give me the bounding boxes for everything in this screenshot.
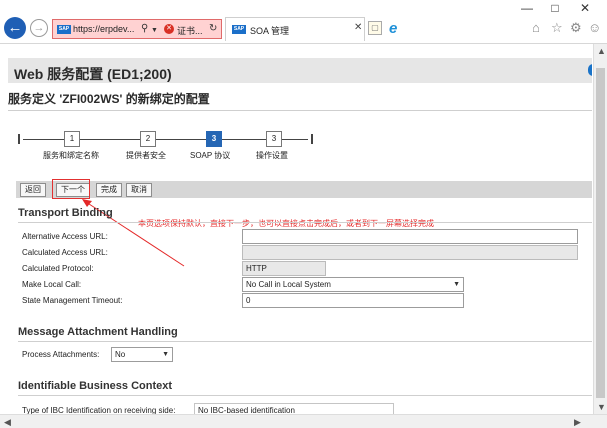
vertical-scrollbar[interactable]: ▲ ▼ xyxy=(593,44,607,414)
page-subtitle: 服务定义 'ZFI002WS' 的新绑定的配置 xyxy=(8,92,210,106)
close-icon[interactable]: ✕ xyxy=(578,1,592,15)
button-toolbar: 返回 下一个 完成 取消 xyxy=(16,181,592,198)
ibc-type-label: Type of IBC Identification on receiving … xyxy=(22,406,176,414)
process-attachments-select[interactable]: No ▼ xyxy=(111,347,173,362)
divider xyxy=(8,110,592,111)
roadmap-step-3-label[interactable]: SOAP 协议 xyxy=(190,150,230,161)
web-content: Web 服务配置 (ED1;200) 服务定义 'ZFI002WS' 的新绑定的… xyxy=(8,44,592,414)
home-icon[interactable]: ⌂ xyxy=(532,20,540,35)
certificate-label[interactable]: 证书... xyxy=(177,24,203,37)
favorites-star-icon[interactable]: ☆ xyxy=(551,20,563,36)
tab-soa-management[interactable]: SAP SOA 管理 ✕ xyxy=(225,17,365,41)
calculated-protocol-label: Calculated Protocol: xyxy=(22,264,94,273)
scroll-right-icon[interactable]: ▶ xyxy=(574,417,581,428)
new-tab-icon[interactable]: ▢ xyxy=(368,21,382,35)
roadmap-step-3-current[interactable]: 3 xyxy=(206,131,222,147)
minimize-icon[interactable]: — xyxy=(520,1,534,15)
sap-favicon-icon: SAP xyxy=(232,25,246,34)
process-attachments-value: No xyxy=(115,350,126,359)
url-field[interactable]: SAP https://erpdev... ⚲ ▼ ✕ 证书... ↻ xyxy=(52,19,222,39)
page-title: Web 服务配置 (ED1;200) xyxy=(14,66,172,82)
roadmap-step-2[interactable]: 2 xyxy=(140,131,156,147)
roadmap-step-2-label[interactable]: 提供者安全 xyxy=(126,150,166,161)
roadmap-step-4[interactable]: 3 xyxy=(266,131,282,147)
calculated-access-url-label: Calculated Access URL: xyxy=(22,248,108,257)
roadmap-step-4-label[interactable]: 操作设置 xyxy=(256,150,288,161)
horizontal-scrollbar[interactable]: ◀ ▶ xyxy=(0,414,607,428)
help-icon[interactable] xyxy=(588,64,592,76)
message-attachment-title: Message Attachment Handling xyxy=(18,326,178,338)
chevron-down-icon[interactable]: ▼ xyxy=(162,348,169,361)
alternative-access-url-label: Alternative Access URL: xyxy=(22,232,108,241)
title-band: Web 服务配置 (ED1;200) xyxy=(8,58,592,83)
url-text: https://erpdev... xyxy=(73,24,135,34)
tab-title: SOA 管理 xyxy=(250,26,290,36)
alternative-access-url-field[interactable] xyxy=(242,229,578,244)
make-local-call-value: No Call in Local System xyxy=(246,280,331,289)
cancel-button[interactable]: 取消 xyxy=(126,183,152,197)
divider xyxy=(18,395,592,396)
ibc-type-field[interactable]: No IBC-based identification xyxy=(194,403,394,414)
divider xyxy=(18,341,592,342)
tab-close-icon[interactable]: ✕ xyxy=(354,22,362,33)
transport-binding-title: Transport Binding xyxy=(18,207,113,219)
make-local-call-select[interactable]: No Call in Local System ▼ xyxy=(242,277,464,292)
divider xyxy=(18,222,592,223)
state-management-timeout-label: State Management Timeout: xyxy=(22,296,123,305)
roadmap-step-1[interactable]: 1 xyxy=(64,131,80,147)
search-icon[interactable]: ⚲ xyxy=(141,22,148,36)
roadmap-step-1-label[interactable]: 服务和绑定名称 xyxy=(43,150,99,161)
vertical-scroll-thumb[interactable] xyxy=(596,68,605,398)
certificate-error-icon[interactable]: ✕ xyxy=(164,24,174,34)
next-button-highlight xyxy=(52,179,90,199)
feedback-smiley-icon[interactable]: ☺ xyxy=(588,20,601,35)
maximize-icon[interactable]: □ xyxy=(548,1,562,15)
sap-favicon-icon: SAP xyxy=(57,25,71,34)
identifiable-business-context-title: Identifiable Business Context xyxy=(18,380,173,392)
forward-arrow-icon[interactable]: → xyxy=(30,19,48,37)
address-bar: ← → SAP https://erpdev... ⚲ ▼ ✕ 证书... ↻ … xyxy=(0,14,607,44)
back-button[interactable]: 返回 xyxy=(20,183,46,197)
make-local-call-label: Make Local Call: xyxy=(22,280,82,289)
state-management-timeout-field[interactable]: 0 xyxy=(242,293,464,308)
chevron-down-icon[interactable]: ▼ xyxy=(453,278,460,291)
dropdown-icon[interactable]: ▼ xyxy=(151,24,158,38)
scroll-left-icon[interactable]: ◀ xyxy=(4,417,11,428)
scroll-up-icon[interactable]: ▲ xyxy=(597,46,606,56)
settings-gear-icon[interactable]: ⚙ xyxy=(570,20,582,36)
finish-button[interactable]: 完成 xyxy=(96,183,122,197)
internet-explorer-icon[interactable]: e xyxy=(389,20,397,37)
back-arrow-icon[interactable]: ← xyxy=(4,17,26,39)
red-annotation-text: 本页选项保持默认，直接下一步，也可以直接点击完成后，或者到下一屏幕选择完成 xyxy=(138,219,434,228)
process-attachments-label: Process Attachments: xyxy=(22,350,100,359)
roadmap-end-icon xyxy=(308,134,313,144)
scroll-down-icon[interactable]: ▼ xyxy=(597,402,606,412)
calculated-access-url-field xyxy=(242,245,578,260)
refresh-icon[interactable]: ↻ xyxy=(209,22,217,36)
calculated-protocol-field: HTTP xyxy=(242,261,326,276)
